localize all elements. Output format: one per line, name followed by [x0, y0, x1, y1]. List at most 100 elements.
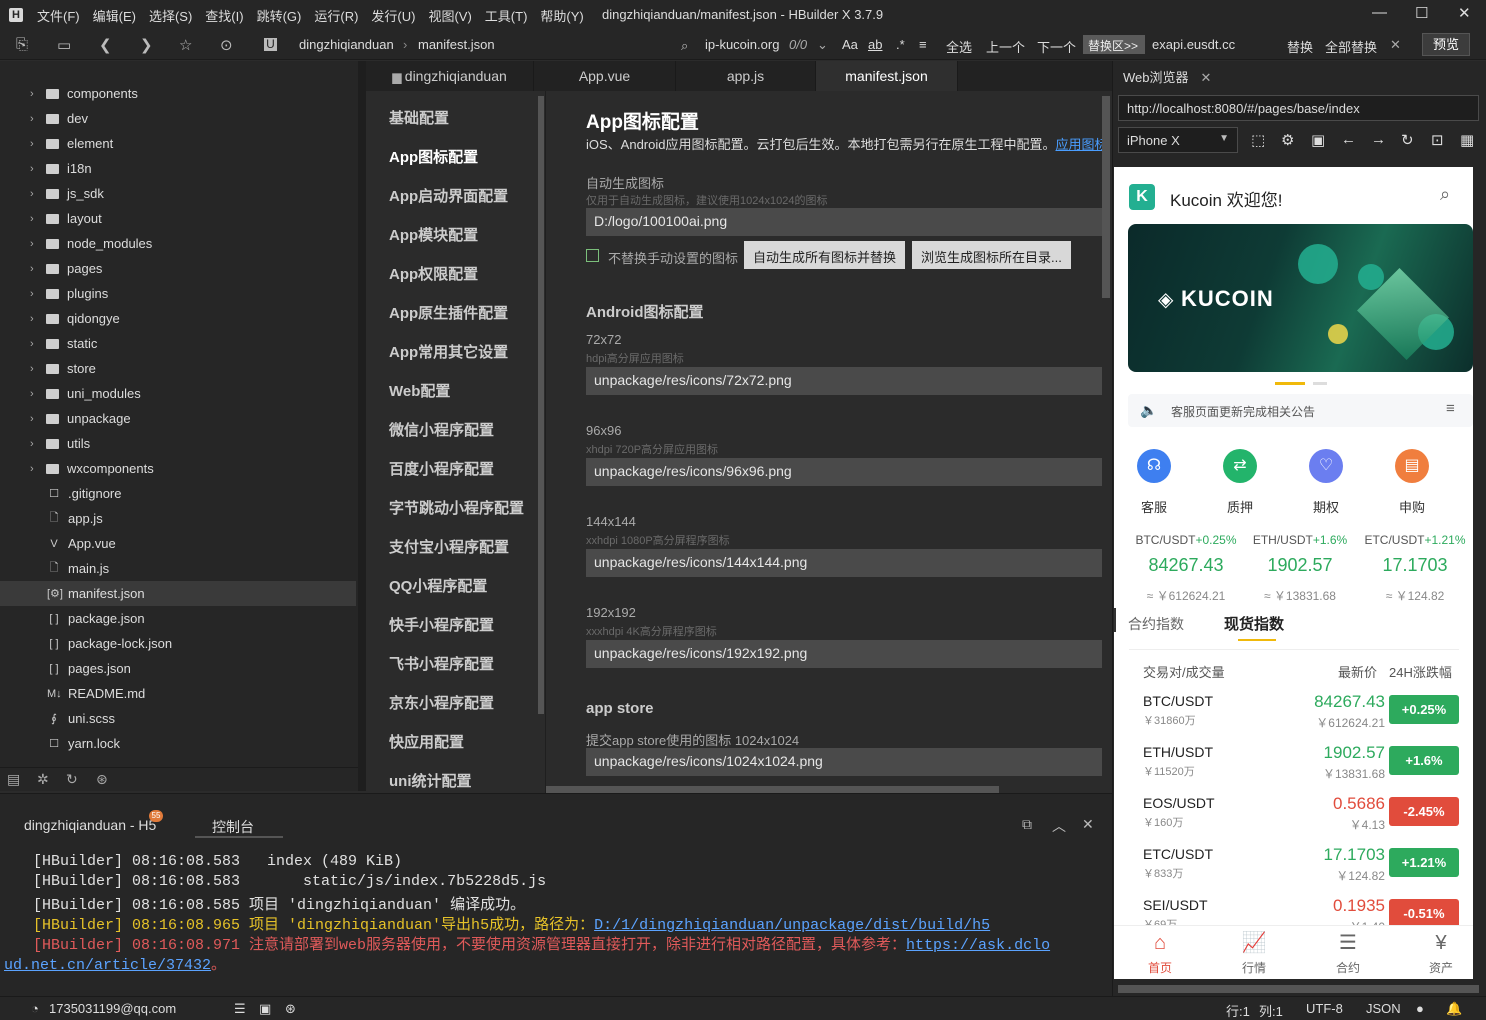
tab-app-js[interactable]: app.js [676, 61, 816, 91]
market-row[interactable]: BTC/USDT ￥31860万 84267.43 ￥612624.21 +0.25% [1129, 685, 1459, 736]
icon-192-input[interactable]: unpackage/res/icons/192x192.png [586, 640, 1102, 668]
tree-file[interactable]: [ ] package-lock.json [0, 631, 356, 656]
panel-divider[interactable] [358, 61, 366, 791]
config-nav-item[interactable]: App原生插件配置 [389, 302, 508, 323]
console-clear-icon[interactable]: ✕ [1082, 816, 1094, 833]
encoding[interactable]: UTF-8 [1306, 1001, 1343, 1016]
search-input[interactable]: ip-kucoin.org [705, 37, 779, 52]
console-link[interactable]: ud.net.cn/article/37432 [4, 957, 211, 974]
tree-file[interactable]: 🗋 main.js [0, 556, 356, 581]
close-tab-icon[interactable]: ✕ [1201, 70, 1212, 85]
tree-file[interactable]: [ ] pages.json [0, 656, 356, 681]
banner-carousel[interactable]: ◈ KUCOIN [1128, 224, 1473, 372]
quick-action-label[interactable]: 申购 [1382, 497, 1442, 516]
console-link[interactable]: D:/1/dingzhiqianduan/unpackage/dist/buil… [594, 917, 990, 934]
market-change-badge[interactable]: +1.21% [1389, 848, 1459, 877]
quick-action-label[interactable]: 质押 [1210, 497, 1270, 516]
console-link[interactable]: https://ask.dclo [906, 937, 1050, 954]
ticker-pair[interactable]: BTC/USDT+0.25% [1126, 533, 1246, 547]
menu-select[interactable]: 选择(S) [149, 6, 192, 25]
tree-folder[interactable]: › pages [0, 256, 356, 281]
tree-file[interactable]: [ ] package.json [0, 606, 356, 631]
quick-action-icon[interactable]: ⇄ [1223, 449, 1257, 483]
tree-folder[interactable]: › utils [0, 431, 356, 456]
tree-folder[interactable]: › element [0, 131, 356, 156]
seg-spot-index[interactable]: 现货指数 [1224, 613, 1284, 634]
seg-contract-index[interactable]: 合约指数 [1128, 614, 1184, 634]
chevron-right-icon[interactable]: › [30, 363, 46, 375]
config-nav-item[interactable]: 京东小程序配置 [389, 692, 494, 713]
chevron-right-icon[interactable]: › [30, 238, 46, 250]
whole-word-button[interactable]: ab [868, 37, 882, 52]
carousel-dot-active[interactable] [1275, 382, 1305, 385]
notification-icon[interactable]: ● [1416, 1001, 1424, 1016]
tree-folder[interactable]: › store [0, 356, 356, 381]
chevron-right-icon[interactable]: › [30, 163, 46, 175]
in-selection-icon[interactable]: ≡ [919, 37, 927, 52]
settings-gear-icon[interactable]: ⚙ [1281, 131, 1294, 149]
chevron-right-icon[interactable]: › [30, 338, 46, 350]
icon-96-input[interactable]: unpackage/res/icons/96x96.png [586, 458, 1102, 486]
tree-folder[interactable]: › js_sdk [0, 181, 356, 206]
tree-file[interactable]: V App.vue [0, 531, 356, 556]
replace-button[interactable]: 替换 [1287, 37, 1313, 56]
replace-area-toggle[interactable]: 替换区>> [1083, 35, 1145, 54]
config-nav-item[interactable]: App图标配置 [389, 146, 478, 167]
new-file-icon[interactable]: ⎘ [16, 36, 28, 53]
cursor-row[interactable]: 行:1 [1226, 1001, 1250, 1020]
icon-72-input[interactable]: unpackage/res/icons/72x72.png [586, 367, 1102, 395]
quick-action-label[interactable]: 期权 [1296, 497, 1356, 516]
chevron-right-icon[interactable]: › [30, 188, 46, 200]
market-row[interactable]: ETH/USDT ￥11520万 1902.57 ￥13831.68 +1.6% [1129, 736, 1459, 787]
device-select[interactable]: iPhone X ▼ [1118, 127, 1238, 153]
notice-bar[interactable]: 🔈 客服页面更新完成相关公告 ≡ [1128, 394, 1473, 427]
regex-icon[interactable]: .* [896, 37, 905, 52]
config-nav-item[interactable]: 微信小程序配置 [389, 419, 494, 440]
notice-list-icon[interactable]: ≡ [1446, 400, 1455, 417]
project-manager-icon[interactable]: ▤ [7, 771, 20, 788]
nav-scrollbar[interactable] [538, 96, 544, 714]
prev-match-button[interactable]: 上一个 [986, 37, 1025, 56]
console-toggle-icon[interactable]: ▣ [1311, 131, 1325, 149]
select-all-button[interactable]: 全选 [946, 37, 972, 56]
tree-folder[interactable]: › static [0, 331, 356, 356]
list-icon[interactable]: ☰ [234, 1001, 246, 1017]
config-nav-item[interactable]: 快手小程序配置 [389, 614, 494, 635]
rotate-icon[interactable]: ⬚ [1251, 131, 1265, 149]
tree-folder[interactable]: › i18n [0, 156, 356, 181]
menu-goto[interactable]: 跳转(G) [257, 6, 302, 25]
market-change-badge[interactable]: +1.6% [1389, 746, 1459, 775]
tree-folder[interactable]: › uni_modules [0, 381, 356, 406]
market-row[interactable]: ETC/USDT ￥833万 17.1703 ￥124.82 +1.21% [1129, 838, 1459, 889]
config-nav-item[interactable]: App常用其它设置 [389, 341, 508, 362]
match-case-button[interactable]: Aa [842, 37, 858, 52]
menu-publish[interactable]: 发行(U) [371, 6, 415, 25]
web-browser-tab[interactable]: Web浏览器 ✕ [1123, 67, 1211, 86]
url-input[interactable]: http://localhost:8080/#/pages/base/index [1118, 95, 1479, 121]
quick-action-label[interactable]: 客服 [1124, 497, 1184, 516]
market-change-badge[interactable]: -0.51% [1389, 899, 1459, 928]
replace-all-button[interactable]: 全部替换 [1325, 37, 1377, 56]
icon-144-input[interactable]: unpackage/res/icons/144x144.png [586, 549, 1102, 577]
config-nav-item[interactable]: 快应用配置 [389, 731, 464, 752]
user-avatar-icon[interactable]: ◔ [31, 1001, 39, 1016]
terminal-icon[interactable]: ▣ [259, 1001, 271, 1017]
language-mode[interactable]: JSON [1366, 1001, 1401, 1016]
carousel-dot[interactable] [1313, 382, 1327, 385]
close-window-button[interactable]: ✕ [1458, 4, 1471, 22]
console-tab-console[interactable]: 控制台 [212, 817, 254, 837]
tabbar-home[interactable]: ⌂ 首页 [1130, 930, 1190, 976]
refresh-icon[interactable]: ↻ [1401, 131, 1414, 149]
console-popout-icon[interactable]: ⧉ [1022, 816, 1032, 833]
tree-folder[interactable]: › layout [0, 206, 356, 231]
tab-app-vue[interactable]: App.vue [534, 61, 676, 91]
horizontal-scrollbar[interactable] [546, 786, 999, 793]
chevron-right-icon[interactable]: › [30, 88, 46, 100]
chevron-right-icon[interactable]: › [30, 413, 46, 425]
git-icon[interactable]: ↻ [66, 771, 78, 788]
search-history-chevron-icon[interactable]: ⌄ [817, 37, 828, 53]
tab-project[interactable]: ▆ dingzhiqianduan [366, 61, 534, 91]
market-row[interactable]: EOS/USDT ￥160万 0.5686 ￥4.13 -2.45% [1129, 787, 1459, 838]
cloud-status-icon[interactable]: ⊛ [285, 1001, 296, 1017]
save-icon[interactable]: ▭ [57, 36, 71, 54]
